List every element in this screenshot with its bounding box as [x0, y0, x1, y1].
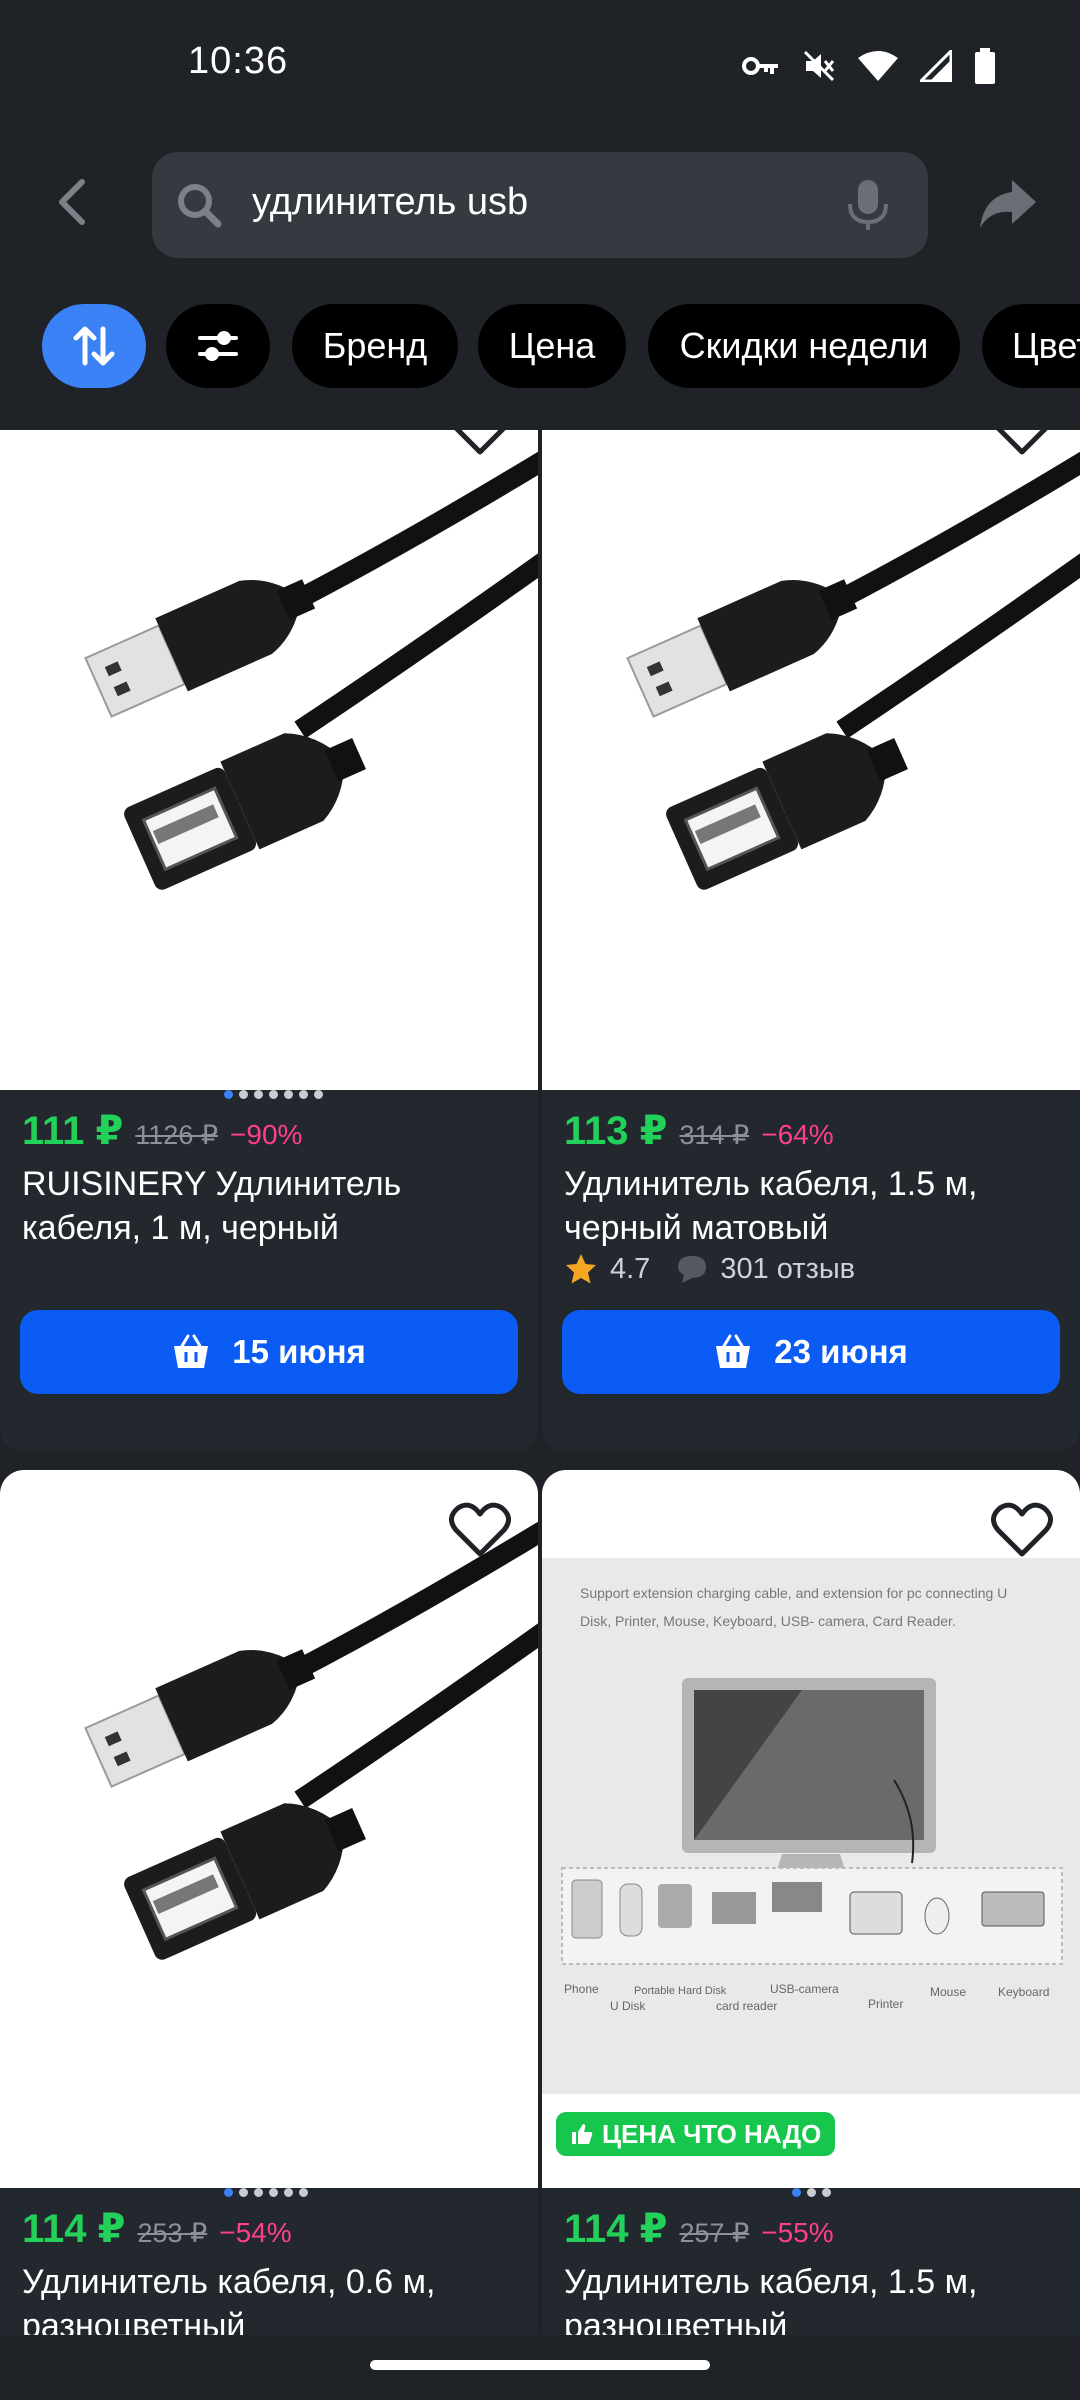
search-icon [178, 184, 222, 228]
filter-chip-brand[interactable]: Бренд [292, 304, 458, 388]
signal-icon [920, 50, 952, 82]
battery-icon [975, 48, 995, 84]
discount-percent: −54% [219, 2217, 292, 2248]
share-icon[interactable] [976, 172, 1040, 236]
filter-chips: Бренд Цена Скидки недели Цвет [0, 300, 1080, 390]
product-title: Удлинитель кабеля, 0.6 м, разноцветный [22, 2263, 436, 2335]
badge-text: ЦЕНА ЧТО НАДО [602, 2118, 822, 2149]
price-row: 114 ₽ 253 ₽ −54% [22, 2206, 292, 2252]
price-row: 114 ₽ 257 ₽ −55% [564, 2206, 834, 2252]
usb-cable-image [84, 1521, 538, 1960]
svg-text:USB-camera: USB-camera [770, 1982, 839, 1996]
infographic-image: Support extension charging cable, and ex… [561, 1585, 1063, 2013]
price: 114 ₽ [22, 2207, 126, 2251]
svg-text:Printer: Printer [868, 1997, 903, 2011]
image-pager-dots [224, 2188, 308, 2197]
discount-percent: −55% [761, 2217, 834, 2248]
product-image [0, 1470, 538, 2188]
filter-chip-price[interactable]: Цена [478, 304, 626, 388]
product-card[interactable]: 111 ₽ 1126 ₽ −90% RUISINERY Удлинитель к… [0, 430, 538, 1452]
price-row: 113 ₽ 314 ₽ −64% [564, 1108, 834, 1154]
discount-percent: −90% [230, 1119, 303, 1150]
delivery-date: 23 июня [774, 1333, 908, 1370]
star-icon [566, 1254, 596, 1284]
product-image [542, 430, 1080, 1090]
price-badge: ЦЕНА ЧТО НАДО [556, 2112, 836, 2156]
sort-button[interactable] [42, 304, 146, 388]
comment-icon [678, 1256, 707, 1283]
favorite-heart-icon[interactable] [990, 1500, 1054, 1558]
svg-text:Mouse: Mouse [930, 1985, 966, 1999]
add-to-cart-button[interactable]: 23 июня [562, 1310, 1060, 1394]
usb-cable-image [84, 451, 538, 890]
image-pager-dots [224, 1090, 323, 1099]
basket-icon [174, 1334, 209, 1368]
delivery-date: 15 июня [232, 1333, 366, 1370]
usb-cable-image [626, 451, 1080, 890]
wifi-icon [858, 51, 898, 81]
product-card[interactable]: 113 ₽ 314 ₽ −64% Удлинитель кабеля, 1.5 … [542, 430, 1080, 1452]
price: 111 ₽ [22, 1109, 124, 1153]
rating-value: 4.7 [610, 1252, 651, 1285]
svg-text:card reader: card reader [716, 1999, 777, 2013]
discount-percent: −64% [761, 1119, 834, 1150]
home-indicator[interactable] [370, 2360, 710, 2370]
back-arrow-icon[interactable] [44, 172, 104, 232]
infographic-line2: Disk, Printer, Mouse, Keyboard, USB- cam… [580, 1613, 956, 1629]
key-icon [742, 57, 778, 75]
rating-row: 4.7 301 отзыв [564, 1252, 855, 1286]
favorite-heart-icon[interactable] [448, 430, 512, 456]
search-query: удлинитель usb [252, 181, 529, 223]
svg-text:Phone: Phone [564, 1982, 599, 1996]
old-price: 253 ₽ [137, 2218, 208, 2248]
product-grid: 111 ₽ 1126 ₽ −90% RUISINERY Удлинитель к… [0, 430, 1080, 2335]
old-price: 1126 ₽ [135, 1120, 219, 1150]
reviews-count: 301 отзыв [720, 1252, 856, 1285]
svg-text:Keyboard: Keyboard [998, 1985, 1049, 1999]
old-price: 314 ₽ [679, 1120, 750, 1150]
filter-chip-week-discounts[interactable]: Скидки недели [648, 304, 960, 388]
favorite-heart-icon[interactable] [448, 1500, 512, 1558]
svg-text:Portable Hard Disk: Portable Hard Disk [634, 1985, 727, 1997]
microphone-icon[interactable] [842, 178, 894, 232]
filter-chip-color[interactable]: Цвет [982, 304, 1080, 388]
price: 113 ₽ [564, 1109, 668, 1153]
status-time: 10:36 [188, 40, 289, 82]
favorite-heart-icon[interactable] [990, 430, 1054, 456]
sliders-icon [198, 331, 238, 361]
add-to-cart-button[interactable]: 15 июня [20, 1310, 518, 1394]
product-info-4: 114 ₽ 257 ₽ −55% Удлинитель кабеля, 1.5 … [542, 2188, 1080, 2335]
infographic-line1: Support extension charging cable, and ex… [580, 1585, 1007, 1601]
price: 114 ₽ [564, 2207, 668, 2251]
image-pager-dots [792, 2188, 831, 2197]
old-price: 257 ₽ [679, 2218, 750, 2248]
product-image: Support extension charging cable, and ex… [542, 1470, 1080, 2188]
svg-text:U Disk: U Disk [610, 1999, 646, 2013]
price-row: 111 ₽ 1126 ₽ −90% [22, 1108, 302, 1154]
product-image [0, 430, 538, 1090]
thumbs-up-icon [572, 2124, 593, 2144]
product-info-3: 114 ₽ 253 ₽ −54% Удлинитель кабеля, 0.6 … [0, 2188, 538, 2335]
search-input[interactable]: удлинитель usb [152, 152, 928, 258]
product-title: RUISINERY Удлинитель кабеля, 1 м, черный [22, 1165, 402, 1247]
filter-settings-button[interactable] [166, 304, 270, 388]
sort-icon [73, 326, 115, 366]
product-title: Удлинитель кабеля, 1.5 м, разноцветный [564, 2263, 978, 2335]
mute-icon [803, 50, 835, 82]
search-bar-row: удлинитель usb [0, 150, 1080, 260]
product-title: Удлинитель кабеля, 1.5 м, черный матовый [564, 1165, 978, 1247]
status-bar: 10:36 [0, 0, 1080, 130]
basket-icon [716, 1334, 751, 1368]
status-icons [742, 48, 996, 84]
